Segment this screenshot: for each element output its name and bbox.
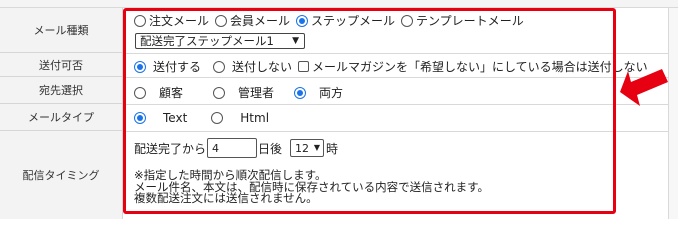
right-edge-column <box>668 8 678 219</box>
label-send-enabled: 送付可否 <box>0 53 122 77</box>
label-recipient: 宛先選択 <box>0 77 122 104</box>
label-mail-style: メールタイプ <box>0 104 122 131</box>
highlight-frame <box>123 8 616 214</box>
label-timing: 配信タイミング <box>22 169 100 182</box>
label-mail-type: メール種類 <box>0 8 122 53</box>
red-arrow-icon <box>620 69 668 106</box>
top-spacer <box>0 0 678 8</box>
